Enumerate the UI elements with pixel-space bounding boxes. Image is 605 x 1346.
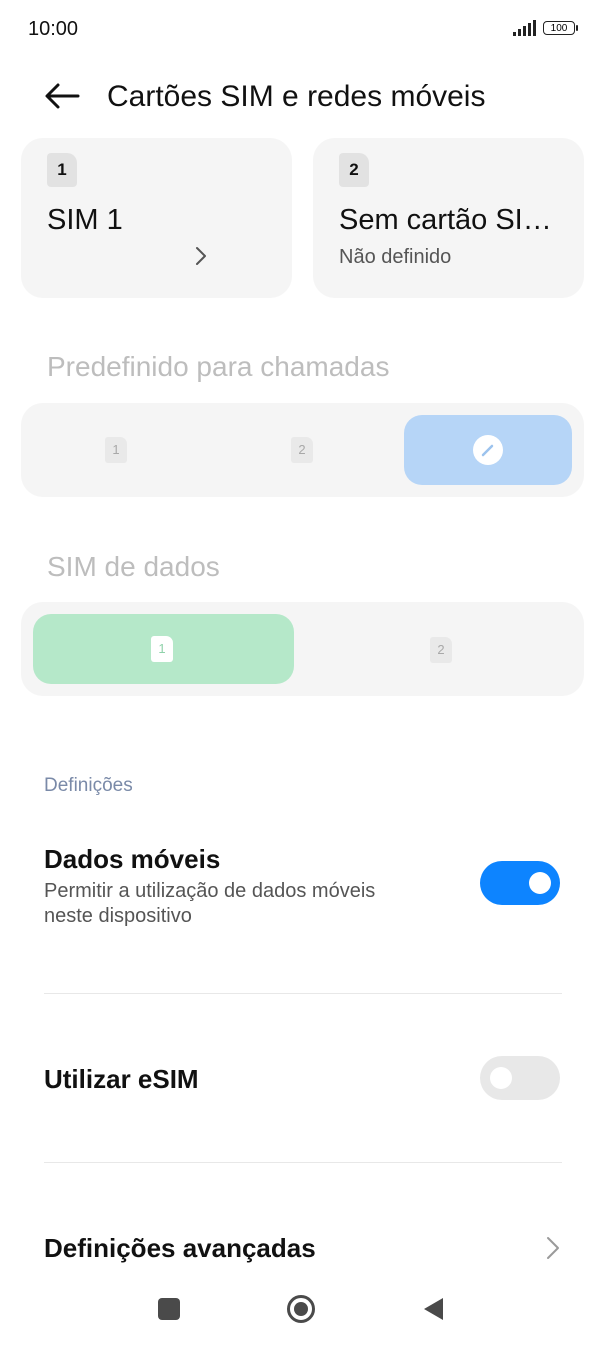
chevron-right-icon <box>547 1237 559 1259</box>
calls-option-ask[interactable] <box>404 415 572 485</box>
pencil-icon <box>473 435 503 465</box>
calls-selector: 1 2 <box>21 403 584 497</box>
calls-option-sim-2[interactable]: 2 <box>291 437 313 463</box>
calls-option-sim-1[interactable]: 1 <box>105 437 127 463</box>
sim-slot-badge: 2 <box>339 153 369 187</box>
status-time: 10:00 <box>28 18 79 40</box>
calls-section-title: Predefinido para chamadas <box>47 351 390 382</box>
toggle-knob <box>490 1067 512 1089</box>
mobile-data-subtitle-line1: Permitir a utilização de dados móveis <box>44 880 376 902</box>
sim-card-2[interactable]: 2 Sem cartão SI… Não definido <box>313 138 584 298</box>
nav-home-button[interactable] <box>286 1294 316 1324</box>
chevron-right-icon <box>196 247 206 265</box>
status-icons: 100 <box>513 20 578 36</box>
data-option-sim-1-selected[interactable]: 1 <box>33 614 294 684</box>
page-title: Cartões SIM e redes móveis <box>107 80 486 113</box>
nav-recents-button[interactable] <box>158 1298 180 1320</box>
mobile-data-row[interactable]: Dados móveis Permitir a utilização de da… <box>0 830 605 950</box>
mobile-data-toggle[interactable] <box>480 861 560 905</box>
data-option-sim-2[interactable]: 2 <box>430 637 452 663</box>
arrow-left-icon <box>45 83 80 109</box>
signal-bars-icon <box>513 20 536 36</box>
nav-back-button[interactable] <box>422 1296 446 1322</box>
back-button[interactable] <box>42 80 82 112</box>
esim-row[interactable]: Utilizar eSIM <box>0 1040 605 1120</box>
esim-toggle[interactable] <box>480 1056 560 1100</box>
esim-title: Utilizar eSIM <box>44 1064 199 1094</box>
divider <box>44 993 562 994</box>
sim-card-name: Sem cartão SI… <box>339 204 552 236</box>
mobile-data-title: Dados móveis <box>44 844 221 874</box>
sim-slot-badge: 1 <box>47 153 77 187</box>
sim-card-status: Não definido <box>339 246 452 268</box>
sim-card-1[interactable]: 1 SIM 1 <box>21 138 292 298</box>
settings-section-label: Definições <box>44 775 133 796</box>
mobile-data-subtitle-line2: neste dispositivo <box>44 905 192 927</box>
sim-1-chip: 1 <box>151 636 173 662</box>
sim-card-name: SIM 1 <box>47 204 123 236</box>
battery-icon: 100 <box>543 21 578 35</box>
triangle-left-icon <box>424 1298 443 1320</box>
data-sim-selector: 1 2 <box>21 602 584 696</box>
advanced-settings-row[interactable]: Definições avançadas <box>0 1215 605 1275</box>
data-sim-section-title: SIM de dados <box>47 551 220 582</box>
toggle-knob <box>529 872 551 894</box>
advanced-settings-title: Definições avançadas <box>44 1233 316 1263</box>
circle-icon <box>287 1295 315 1323</box>
divider <box>44 1162 562 1163</box>
